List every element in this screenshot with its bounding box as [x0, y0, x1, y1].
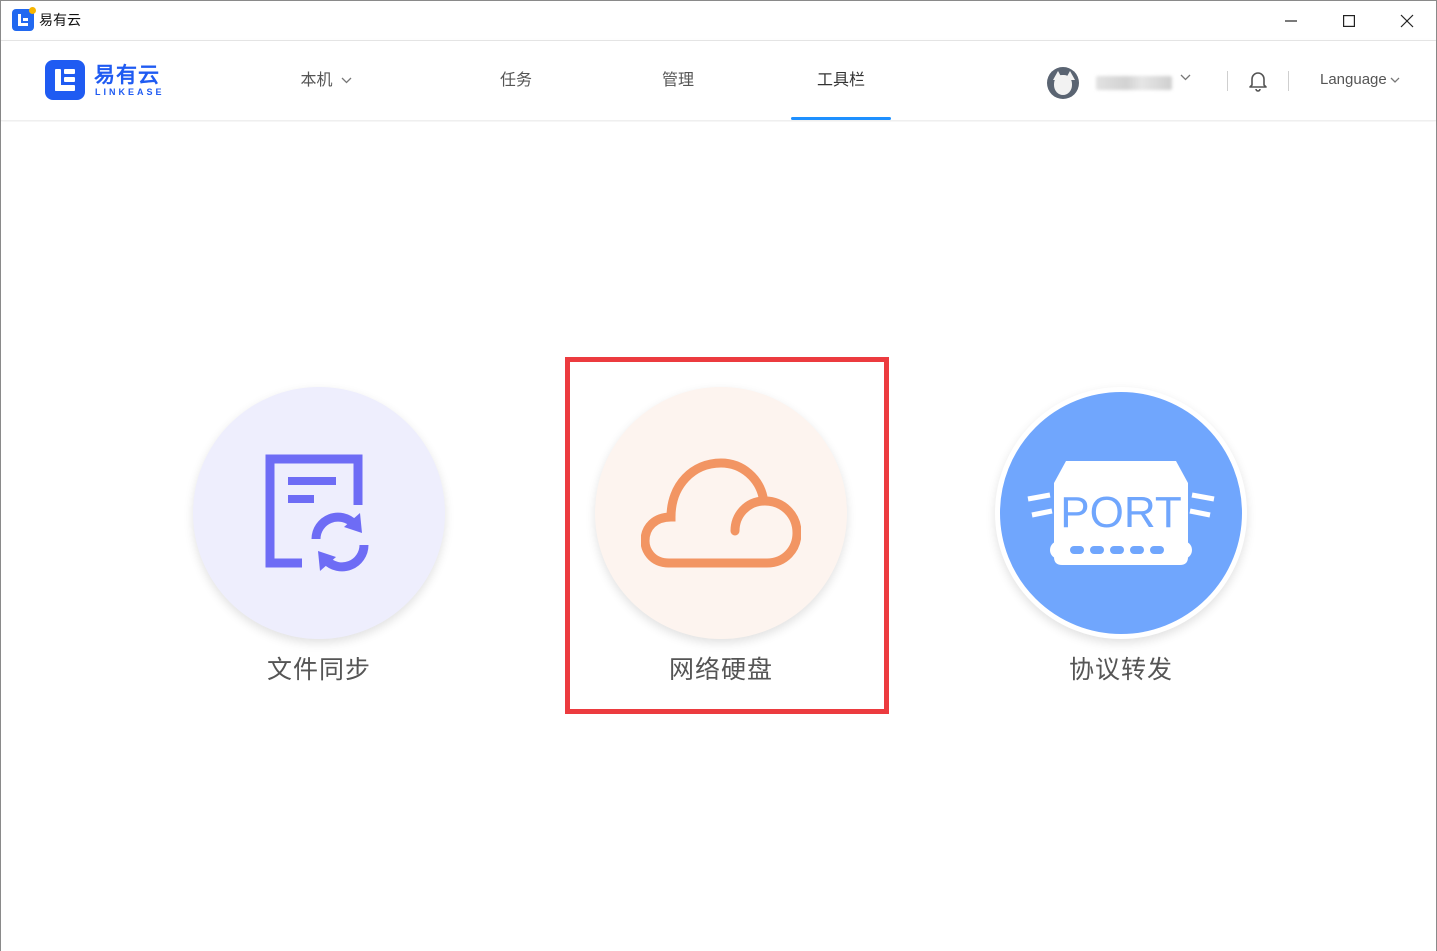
- tool-label: 协议转发: [1068, 655, 1173, 684]
- file-sync-icon: [265, 454, 369, 572]
- window-title: 易有云: [39, 13, 81, 29]
- maximize-button[interactable]: [1320, 1, 1378, 41]
- minimize-button[interactable]: [1262, 1, 1320, 41]
- brand-logo[interactable]: 易有云 LINKEASE: [45, 58, 165, 102]
- nav-tasks[interactable]: 任务: [471, 41, 561, 121]
- tool-protocol-forward[interactable]: PORT 协议转发: [991, 387, 1251, 707]
- network-disk-tile[interactable]: [595, 387, 847, 639]
- app-window: 易有云 易有云 LINKEASE 本机 任务 管理 工具栏 Language 文…: [0, 0, 1437, 951]
- file-sync-tile[interactable]: [193, 387, 445, 639]
- tool-label: 文件同步: [266, 655, 371, 684]
- close-button[interactable]: [1378, 1, 1436, 41]
- maximize-icon: [1343, 15, 1355, 27]
- protocol-forward-tile[interactable]: PORT: [995, 387, 1247, 639]
- nav-local[interactable]: 本机: [281, 41, 371, 121]
- bell-icon[interactable]: [1248, 70, 1268, 92]
- minimize-icon: [1285, 20, 1297, 22]
- brand-name: 易有云: [94, 63, 160, 87]
- tool-file-sync[interactable]: 文件同步: [189, 387, 449, 707]
- username-redacted[interactable]: [1096, 76, 1172, 90]
- language-label: Language: [1320, 71, 1387, 88]
- divider: [1288, 71, 1289, 91]
- chevron-down-icon[interactable]: [1180, 74, 1191, 81]
- app-logo-icon: [12, 7, 36, 31]
- nav-local-label: 本机: [300, 70, 333, 89]
- top-navigation: 易有云 LINKEASE 本机 任务 管理 工具栏 Language: [1, 41, 1436, 121]
- tool-network-disk[interactable]: 网络硬盘: [591, 387, 851, 707]
- nav-toolbar[interactable]: 工具栏: [791, 41, 891, 121]
- tool-label: 网络硬盘: [668, 655, 773, 684]
- chevron-down-icon: [341, 77, 351, 84]
- cloud-icon: [641, 458, 801, 568]
- title-bar[interactable]: 易有云: [1, 1, 1436, 41]
- port-icon-text: PORT: [1060, 488, 1181, 537]
- user-avatar[interactable]: [1047, 67, 1079, 99]
- language-selector[interactable]: Language: [1320, 71, 1400, 88]
- divider: [1227, 71, 1228, 91]
- close-icon: [1400, 14, 1414, 28]
- linkease-logo-icon: [45, 60, 85, 100]
- chevron-down-icon: [1390, 77, 1400, 83]
- active-tab-indicator: [791, 117, 891, 120]
- nav-manage[interactable]: 管理: [633, 41, 723, 121]
- brand-subtitle: LINKEASE: [95, 87, 165, 97]
- port-icon: PORT: [1027, 461, 1215, 565]
